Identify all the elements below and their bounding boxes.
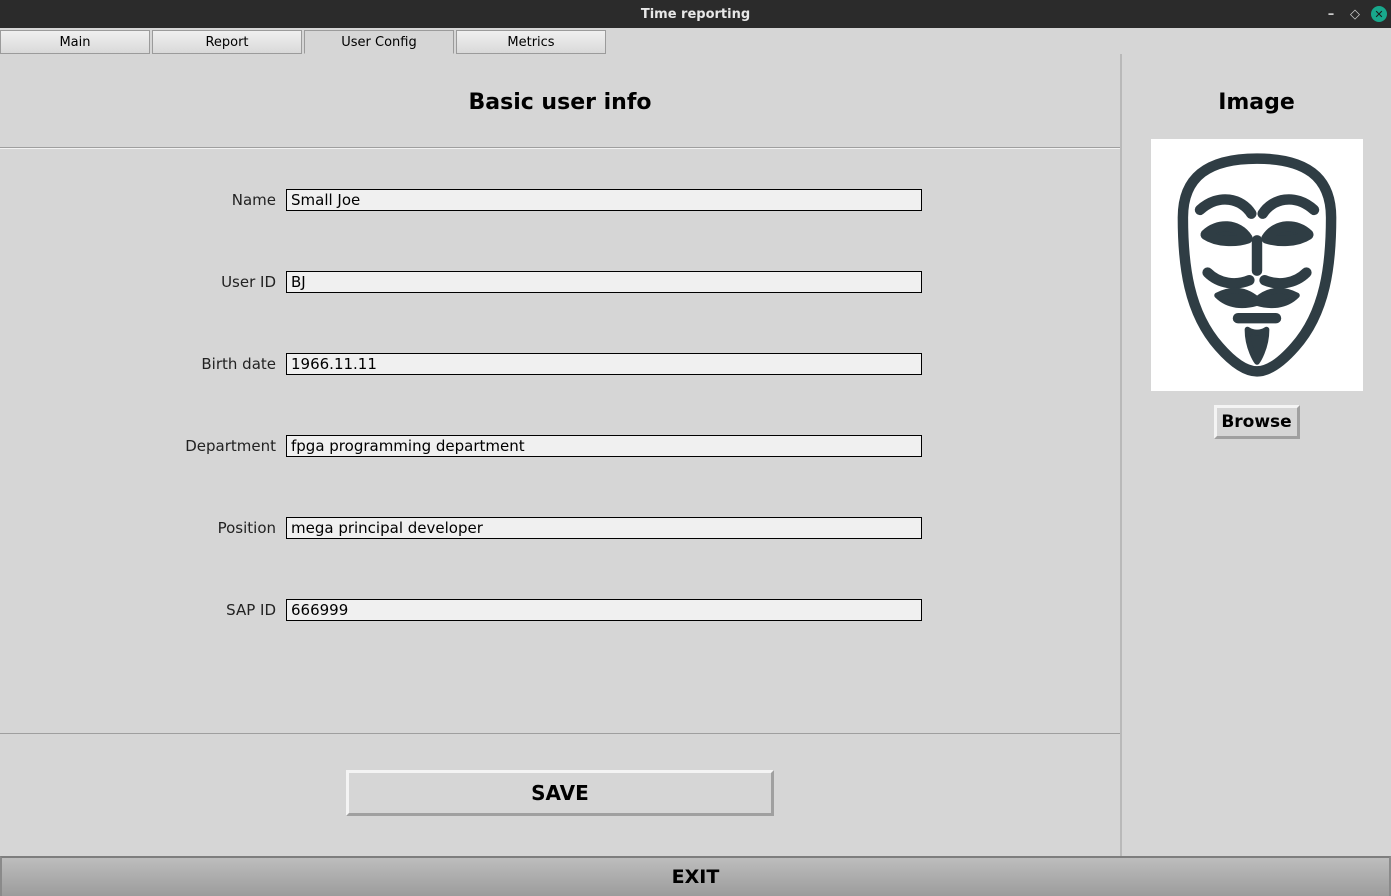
field-row-userid: User ID xyxy=(0,271,940,293)
avatar-image xyxy=(1151,139,1363,391)
maximize-icon[interactable]: ◇ xyxy=(1347,6,1363,22)
tab-bar: Main Report User Config Metrics xyxy=(0,30,1391,54)
image-panel-title: Image xyxy=(1218,54,1295,139)
field-row-birthdate: Birth date xyxy=(0,353,940,375)
tab-metrics[interactable]: Metrics xyxy=(456,30,606,54)
field-label: Department xyxy=(0,437,286,455)
field-row-sapid: SAP ID xyxy=(0,599,940,621)
department-input[interactable] xyxy=(286,435,922,457)
position-input[interactable] xyxy=(286,517,922,539)
userid-input[interactable] xyxy=(286,271,922,293)
tab-main[interactable]: Main xyxy=(0,30,150,54)
exit-button[interactable]: EXIT xyxy=(0,856,1391,896)
save-button[interactable]: SAVE xyxy=(346,770,774,816)
birthdate-input[interactable] xyxy=(286,353,922,375)
field-label: Birth date xyxy=(0,355,286,373)
tab-user-config[interactable]: User Config xyxy=(304,30,454,54)
content-area: Basic user info Name User ID Birth date … xyxy=(0,54,1391,856)
form-body: Name User ID Birth date Department Posit… xyxy=(0,149,1120,733)
tab-report[interactable]: Report xyxy=(152,30,302,54)
field-row-department: Department xyxy=(0,435,940,457)
field-label: SAP ID xyxy=(0,601,286,619)
window-titlebar: Time reporting – ◇ ✕ xyxy=(0,0,1391,28)
close-icon[interactable]: ✕ xyxy=(1371,6,1387,22)
save-row: SAVE xyxy=(0,733,1120,856)
window-title: Time reporting xyxy=(641,7,750,22)
field-label: Name xyxy=(0,191,286,209)
field-label: Position xyxy=(0,519,286,537)
field-row-position: Position xyxy=(0,517,940,539)
field-label: User ID xyxy=(0,273,286,291)
name-input[interactable] xyxy=(286,189,922,211)
minimize-icon[interactable]: – xyxy=(1323,6,1339,22)
anonymous-mask-icon xyxy=(1162,147,1352,383)
sapid-input[interactable] xyxy=(286,599,922,621)
field-row-name: Name xyxy=(0,189,940,211)
browse-button[interactable]: Browse xyxy=(1214,405,1300,439)
window-controls: – ◇ ✕ xyxy=(1323,0,1387,28)
form-panel: Basic user info Name User ID Birth date … xyxy=(0,54,1122,856)
form-panel-title: Basic user info xyxy=(0,54,1120,147)
image-panel: Image xyxy=(1122,54,1391,856)
